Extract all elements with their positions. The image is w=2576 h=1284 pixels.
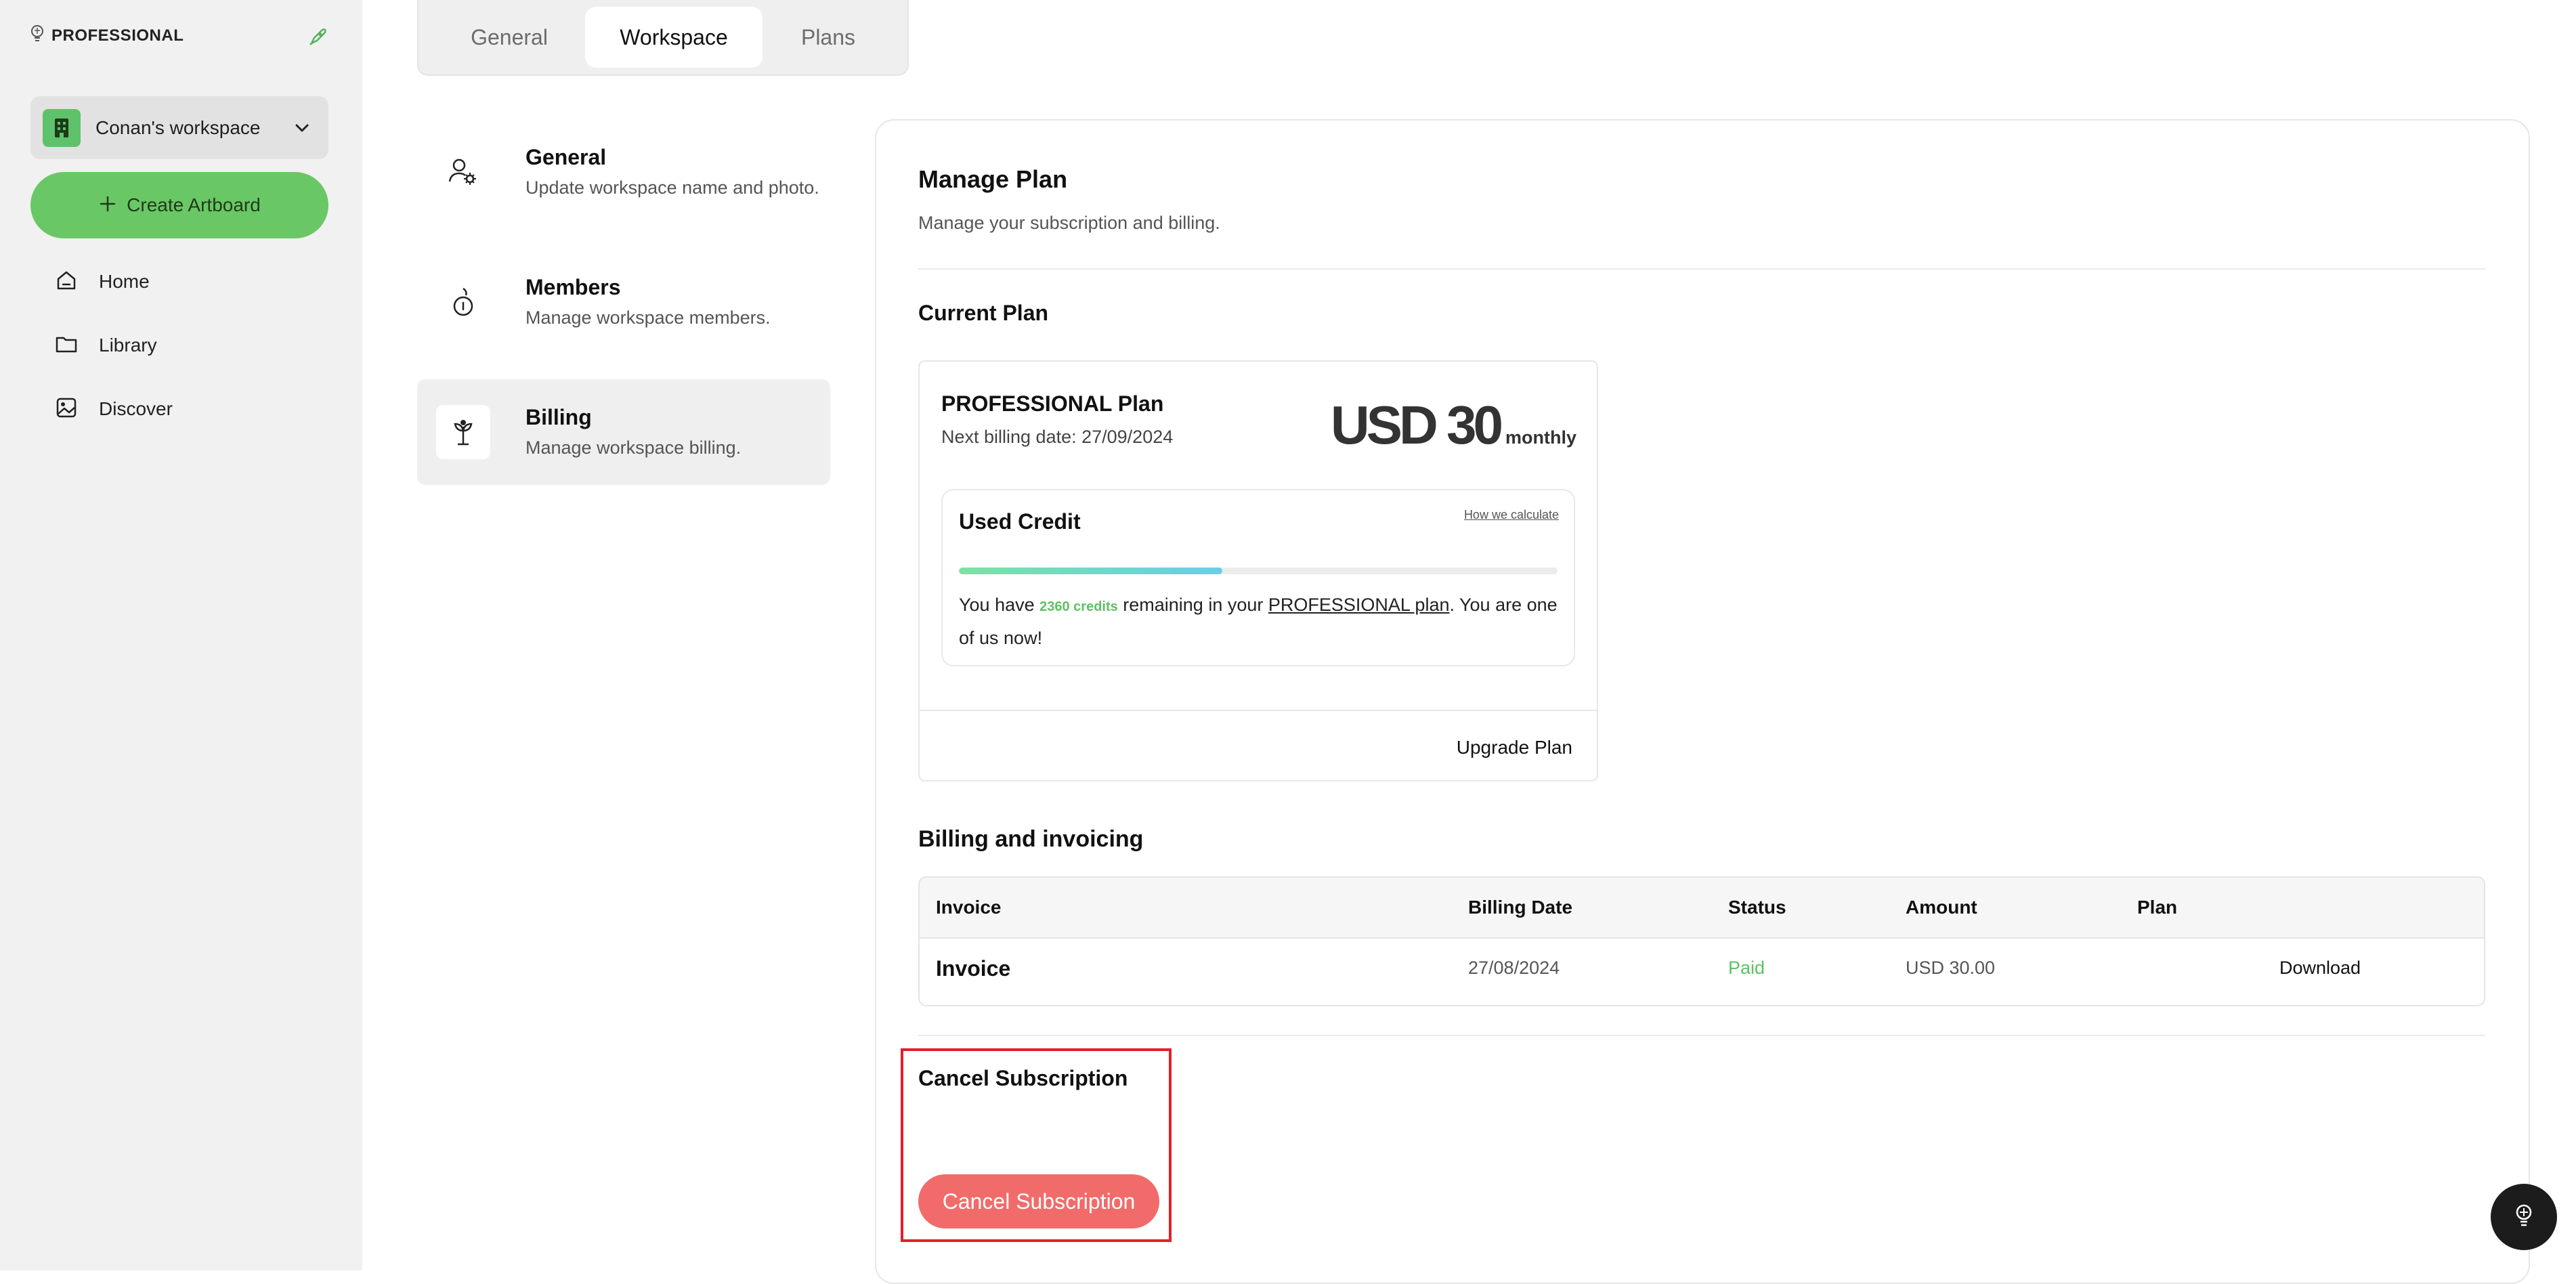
plan-link[interactable]: PROFESSIONAL plan bbox=[1268, 595, 1450, 615]
billing-heading: Billing and invoicing bbox=[918, 826, 1144, 852]
bulb-icon bbox=[30, 24, 45, 47]
workspace-selector[interactable]: Conan's workspace bbox=[30, 96, 328, 159]
home-icon bbox=[54, 268, 79, 296]
nav-item-discover[interactable]: Discover bbox=[54, 390, 173, 428]
used-credit-box: Used Credit How we calculate You have 23… bbox=[941, 489, 1575, 666]
cancel-subscription-label: Cancel Subscription bbox=[942, 1189, 1136, 1214]
rocket-icon[interactable] bbox=[306, 26, 329, 49]
assistant-button[interactable] bbox=[2491, 1184, 2557, 1250]
settings-item-title: Billing bbox=[525, 405, 592, 429]
column-header: Billing Date bbox=[1468, 897, 1573, 918]
credit-text-prefix: You have bbox=[959, 595, 1040, 615]
plus-icon bbox=[98, 194, 117, 217]
nav-label: Library bbox=[99, 335, 157, 356]
divider bbox=[918, 1035, 2485, 1036]
credit-text-mid: remaining in your bbox=[1117, 595, 1268, 615]
cancel-subscription-button[interactable]: Cancel Subscription bbox=[918, 1174, 1159, 1228]
nav-label: Discover bbox=[99, 398, 173, 419]
settings-item-billing[interactable]: Billing Manage workspace billing. bbox=[417, 379, 830, 485]
create-artboard-button[interactable]: Create Artboard bbox=[30, 172, 328, 238]
credits-remaining: 2360 credits bbox=[1039, 599, 1118, 614]
column-header: Invoice bbox=[936, 897, 1002, 918]
workspace-avatar bbox=[43, 108, 81, 147]
column-header: Status bbox=[1728, 897, 1786, 918]
sprout-icon bbox=[436, 405, 490, 459]
invoice-amount: USD 30.00 bbox=[1906, 958, 1996, 978]
page-subtitle: Manage your subscription and billing. bbox=[918, 213, 1220, 233]
folder-icon bbox=[54, 332, 79, 360]
sidebar: PROFESSIONAL Conan's workspace Create Ar… bbox=[0, 0, 362, 1270]
chevron-down-icon bbox=[293, 119, 311, 137]
credit-summary: You have 2360 credits remaining in your … bbox=[959, 589, 1562, 654]
nav-label: Home bbox=[99, 271, 150, 292]
nav-item-home[interactable]: Home bbox=[54, 263, 150, 301]
bulb-icon bbox=[2514, 1203, 2534, 1232]
settings-item-general[interactable]: General Update workspace name and photo. bbox=[417, 119, 830, 225]
column-header: Amount bbox=[1906, 897, 1977, 918]
credit-progress-bar bbox=[959, 568, 1558, 574]
settings-item-title: General bbox=[525, 145, 607, 169]
next-billing-date: Next billing date: 27/09/2024 bbox=[941, 427, 1174, 447]
page-title: Manage Plan bbox=[918, 165, 1068, 193]
upgrade-plan-button[interactable]: Upgrade Plan bbox=[1457, 737, 1572, 758]
settings-item-desc: Manage workspace billing. bbox=[525, 437, 742, 458]
plan-price: USD 30 bbox=[1330, 395, 1503, 455]
settings-item-desc: Manage workspace members. bbox=[525, 307, 771, 328]
table-header: Invoice Billing Date Status Amount Plan bbox=[920, 878, 2484, 939]
settings-item-members[interactable]: Members Manage workspace members. bbox=[417, 249, 830, 355]
status-badge: Paid bbox=[1728, 958, 1765, 978]
nav-item-library[interactable]: Library bbox=[54, 326, 157, 364]
image-icon bbox=[54, 395, 79, 423]
column-header: Plan bbox=[2137, 897, 2178, 918]
tab-general[interactable]: General bbox=[448, 7, 570, 68]
tab-plans[interactable]: Plans bbox=[777, 7, 879, 68]
create-artboard-label: Create Artboard bbox=[127, 194, 261, 215]
plan-card: PROFESSIONAL Plan Next billing date: 27/… bbox=[918, 360, 1598, 782]
cancel-heading: Cancel Subscription bbox=[918, 1066, 1128, 1090]
members-icon bbox=[436, 275, 490, 329]
brand-label: PROFESSIONAL bbox=[51, 26, 184, 45]
settings-item-desc: Update workspace name and photo. bbox=[525, 177, 819, 198]
billing-date: 27/08/2024 bbox=[1468, 958, 1560, 978]
divider bbox=[918, 268, 2485, 270]
plan-name: PROFESSIONAL Plan bbox=[941, 391, 1164, 416]
current-plan-heading: Current Plan bbox=[918, 301, 1049, 325]
plan-period: monthly bbox=[1505, 427, 1576, 448]
credit-progress-fill bbox=[959, 568, 1222, 574]
used-credit-title: Used Credit bbox=[959, 509, 1081, 534]
tab-workspace[interactable]: Workspace bbox=[585, 7, 763, 68]
brand[interactable]: PROFESSIONAL bbox=[30, 24, 184, 47]
how-we-calculate-link[interactable]: How we calculate bbox=[1464, 508, 1559, 522]
user-gear-icon bbox=[436, 145, 490, 199]
divider bbox=[920, 710, 1597, 711]
workspace-name: Conan's workspace bbox=[95, 116, 261, 138]
settings-tabs: General Workspace Plans bbox=[417, 0, 909, 76]
download-link[interactable]: Download bbox=[2279, 958, 2361, 979]
invoice-name: Invoice bbox=[936, 956, 1011, 981]
settings-item-title: Members bbox=[525, 275, 621, 299]
invoice-table: Invoice Billing Date Status Amount Plan … bbox=[918, 876, 2485, 1006]
